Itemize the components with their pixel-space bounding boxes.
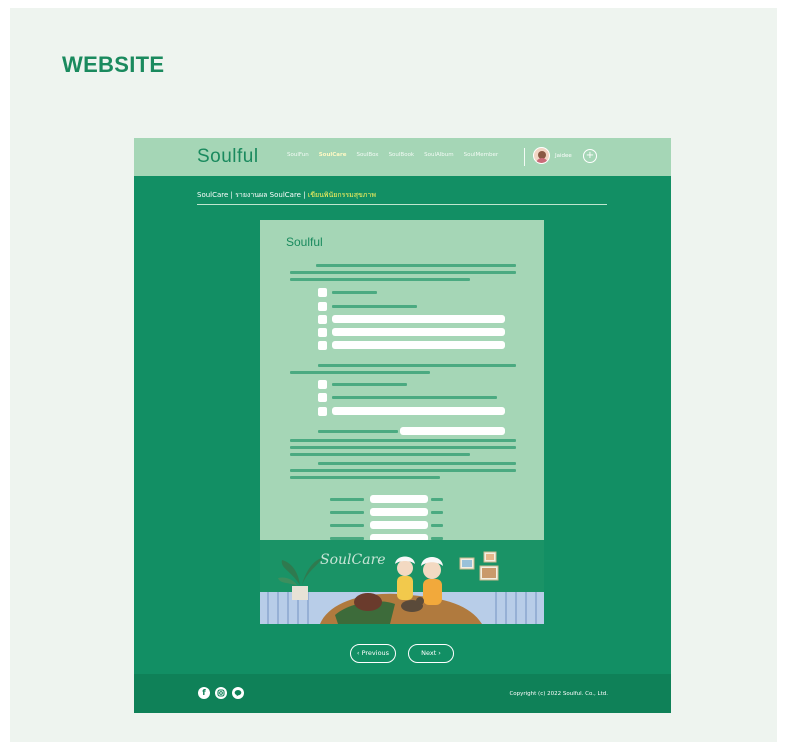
breadcrumb-divider: [197, 204, 607, 205]
health-will-form: Soulful SoulCare: [260, 220, 544, 624]
form-text-line: [290, 446, 516, 449]
user-name[interactable]: Jaidee: [555, 153, 572, 159]
nav-link-soulmember[interactable]: SoulMember: [464, 152, 499, 158]
breadcrumb-current: เขียนพินัยกรรมสุขภาพ: [307, 191, 376, 199]
form-text-line: [290, 278, 470, 281]
form-text-line: [290, 371, 430, 374]
checkbox-row: [318, 315, 327, 324]
brand-logo[interactable]: Soulful: [197, 146, 259, 168]
checkbox[interactable]: [318, 302, 327, 311]
user-avatar[interactable]: [533, 147, 550, 164]
form-text-line: [316, 264, 516, 267]
signature-input[interactable]: [370, 495, 428, 503]
other-option-input[interactable]: [332, 341, 505, 349]
checkbox[interactable]: [318, 288, 327, 297]
top-nav: Soulful SoulFun SoulCare SoulBox SoulBoo…: [134, 138, 671, 176]
form-text-line: [290, 469, 516, 472]
checkbox[interactable]: [318, 328, 327, 337]
svg-text:SoulCare: SoulCare: [320, 552, 386, 568]
checkbox-row: [318, 341, 327, 350]
form-text-line: [318, 462, 516, 465]
form-text-line: [290, 271, 516, 274]
avatar-body: [536, 158, 548, 163]
signature-suffix: [431, 497, 443, 501]
checkbox-row: [318, 393, 497, 402]
nav-divider: [524, 148, 525, 166]
name-input[interactable]: [400, 427, 505, 435]
checkbox-row: [318, 302, 417, 311]
section-title: WEBSITE: [62, 52, 165, 77]
add-button[interactable]: +: [583, 149, 597, 163]
option-text-line: [332, 291, 377, 294]
form-logo: Soulful: [286, 235, 323, 249]
website-screenshot: Soulful SoulFun SoulCare SoulBox SoulBoo…: [134, 138, 671, 713]
facebook-icon[interactable]: f: [198, 687, 210, 699]
form-text-line: [318, 430, 398, 433]
signature-row: [330, 521, 443, 529]
signature-row: [330, 508, 443, 516]
checkbox-row: [318, 380, 407, 389]
mockup-background: WEBSITE Soulful SoulFun SoulCare SoulBox…: [10, 8, 777, 742]
other-option-input[interactable]: [332, 315, 505, 323]
form-text-line: [290, 476, 440, 479]
checkbox-row: [318, 288, 377, 297]
signature-suffix: [431, 523, 443, 527]
checkbox[interactable]: [318, 407, 327, 416]
instagram-icon[interactable]: [215, 687, 227, 699]
signature-input[interactable]: [370, 521, 428, 529]
breadcrumb: SoulCare | รายงานผล SoulCare | เขียนพินั…: [197, 190, 376, 201]
other-option-input[interactable]: [332, 407, 505, 415]
signature-input[interactable]: [370, 508, 428, 516]
form-text-line: [290, 453, 470, 456]
footer: f Copyright (c) 2022 Soulful. Co., Ltd.: [134, 674, 671, 713]
breadcrumb-path[interactable]: SoulCare | รายงานผล SoulCare |: [197, 191, 308, 199]
nav-links: SoulFun SoulCare SoulBox SoulBook SoulAl…: [287, 152, 498, 158]
option-text-line: [332, 383, 407, 386]
signature-label: [330, 510, 364, 514]
nav-link-soulalbum[interactable]: SoulAlbum: [424, 152, 454, 158]
checkbox[interactable]: [318, 380, 327, 389]
nav-link-soulcare[interactable]: SoulCare: [319, 152, 347, 158]
checkbox[interactable]: [318, 393, 327, 402]
checkbox[interactable]: [318, 315, 327, 324]
signature-label: [330, 497, 364, 501]
previous-button[interactable]: ‹ Previous: [350, 644, 396, 663]
checkbox[interactable]: [318, 341, 327, 350]
soulcare-illustration: SoulCare: [260, 540, 544, 624]
checkbox-row: [318, 407, 327, 416]
signature-suffix: [431, 510, 443, 514]
checkbox-row: [318, 328, 327, 337]
option-text-line: [332, 305, 417, 308]
copyright-text: Copyright (c) 2022 Soulful. Co., Ltd.: [509, 691, 608, 697]
nav-link-soulbox[interactable]: SoulBox: [356, 152, 378, 158]
instagram-glyph: [217, 689, 225, 697]
next-button[interactable]: Next ›: [408, 644, 454, 663]
form-text-line: [290, 439, 516, 442]
signature-row: [330, 495, 443, 503]
line-icon[interactable]: [232, 687, 244, 699]
signature-label: [330, 523, 364, 527]
line-glyph: [234, 690, 242, 697]
nav-link-soulbook[interactable]: SoulBook: [389, 152, 415, 158]
other-option-input[interactable]: [332, 328, 505, 336]
form-text-line: [318, 364, 516, 367]
option-text-line: [332, 396, 497, 399]
nav-link-soulfun[interactable]: SoulFun: [287, 152, 309, 158]
